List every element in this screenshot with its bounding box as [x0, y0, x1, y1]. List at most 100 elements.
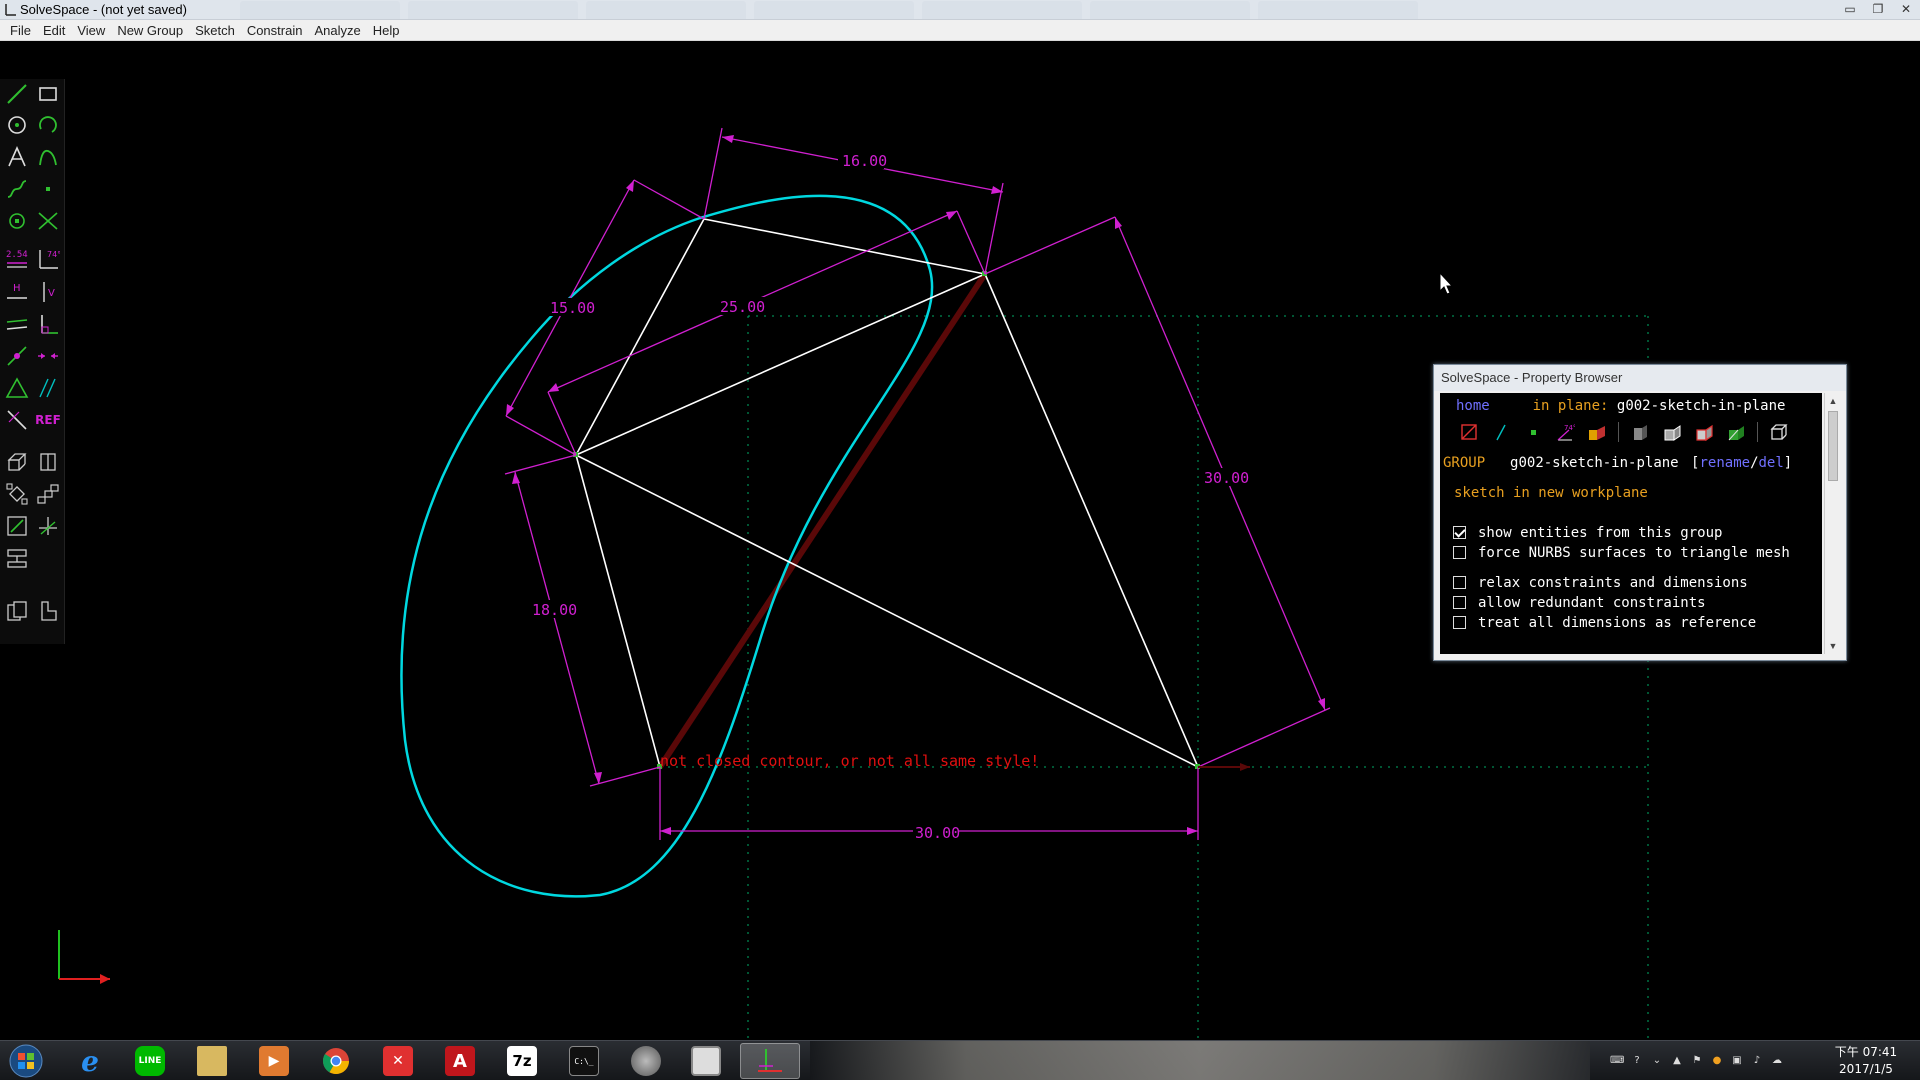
- property-browser-scrollbar[interactable]: ▲ ▼: [1824, 393, 1840, 654]
- menu-file[interactable]: File: [4, 23, 37, 38]
- show-faces-icon[interactable]: [1586, 421, 1608, 443]
- show-shaded-icon[interactable]: [1629, 421, 1651, 443]
- step-translate-icon[interactable]: [35, 481, 61, 507]
- point-on-line-icon[interactable]: [4, 343, 30, 369]
- link-file-icon[interactable]: [4, 545, 30, 571]
- line-segment[interactable]: [575, 454, 1199, 768]
- help-icon[interactable]: ?: [1630, 1054, 1644, 1068]
- background-tab[interactable]: [408, 1, 578, 19]
- sketch-in-3d-icon[interactable]: [35, 513, 61, 539]
- menu-view[interactable]: View: [71, 23, 111, 38]
- parallel-constraint-icon[interactable]: [4, 311, 30, 337]
- line-icon[interactable]: [4, 81, 30, 107]
- reference-toggle-icon[interactable]: REF: [35, 407, 61, 433]
- show-normals-icon[interactable]: [1490, 421, 1512, 443]
- option-relax-constraints[interactable]: relax constraints and dimensions: [1453, 575, 1748, 591]
- distance-dimension-icon[interactable]: 2.54: [4, 246, 30, 272]
- tangent-arc-icon[interactable]: [35, 144, 61, 170]
- circle-icon[interactable]: [4, 112, 30, 138]
- chevron-down-icon[interactable]: ⌄: [1650, 1054, 1664, 1068]
- nearest-iso-icon[interactable]: [4, 598, 30, 624]
- step-rotate-icon[interactable]: [4, 481, 30, 507]
- shield-icon[interactable]: ●: [1710, 1054, 1724, 1068]
- rename-link[interactable]: rename: [1699, 455, 1750, 471]
- show-hidden-icons-icon[interactable]: ▲: [1670, 1054, 1684, 1068]
- show-outlines-icon[interactable]: [1693, 421, 1715, 443]
- angle-dimension-icon[interactable]: 74°: [35, 246, 61, 272]
- vertical-constraint-icon[interactable]: V: [35, 279, 61, 305]
- line-segment[interactable]: [575, 218, 705, 456]
- dimension-label[interactable]: 30.00: [915, 824, 960, 842]
- same-orientation-icon[interactable]: [35, 375, 61, 401]
- taskbar-line[interactable]: LINE: [122, 1043, 178, 1079]
- option-show-entities[interactable]: show entities from this group: [1453, 525, 1722, 541]
- taskbar-globe-app[interactable]: [618, 1043, 674, 1079]
- background-tab[interactable]: [1090, 1, 1250, 19]
- text-icon[interactable]: [4, 144, 30, 170]
- lathe-icon[interactable]: [35, 449, 61, 475]
- show-points-icon[interactable]: [1522, 421, 1544, 443]
- taskbar-adobe-reader[interactable]: A: [432, 1043, 488, 1079]
- taskbar-media-player[interactable]: ▶: [246, 1043, 302, 1079]
- taskbar-file-explorer[interactable]: [184, 1043, 240, 1079]
- taskbar-solvespace[interactable]: [740, 1043, 800, 1079]
- home-link[interactable]: home: [1456, 398, 1490, 414]
- taskbar-command-prompt[interactable]: C:\_: [556, 1043, 612, 1079]
- close-button[interactable]: ✕: [1892, 0, 1920, 18]
- background-tab[interactable]: [240, 1, 400, 19]
- datum-point-icon[interactable]: [35, 176, 61, 202]
- line-segment[interactable]: [703, 218, 986, 275]
- background-tab[interactable]: [922, 1, 1082, 19]
- show-mesh-icon[interactable]: [1725, 421, 1747, 443]
- scrollbar-thumb[interactable]: [1828, 411, 1838, 481]
- checkbox-unchecked[interactable]: [1453, 616, 1466, 629]
- line-segment[interactable]: [575, 454, 661, 768]
- cubic-spline-icon[interactable]: [4, 176, 30, 202]
- option-allow-redundant[interactable]: allow redundant constraints: [1453, 595, 1706, 611]
- checkbox-unchecked[interactable]: [1453, 576, 1466, 589]
- sketch-in-workplane-icon[interactable]: [4, 513, 30, 539]
- dimension-label[interactable]: 30.00: [1204, 469, 1249, 487]
- taskbar-internet-explorer[interactable]: e: [62, 1043, 118, 1079]
- rectangle-icon[interactable]: [35, 81, 61, 107]
- construction-line[interactable]: [657, 272, 988, 769]
- extrude-icon[interactable]: [4, 449, 30, 475]
- show-constraints-icon[interactable]: 74°: [1554, 421, 1576, 443]
- start-button[interactable]: [4, 1043, 48, 1079]
- menu-new-group[interactable]: New Group: [111, 23, 189, 38]
- checkbox-checked[interactable]: [1453, 526, 1466, 539]
- restore-button[interactable]: ❐: [1864, 0, 1892, 18]
- dimension-label[interactable]: 16.00: [842, 152, 887, 170]
- taskbar-7zip[interactable]: 7z: [494, 1043, 550, 1079]
- taskbar-clock[interactable]: 下午 07:41 2017/1/5: [1830, 1044, 1902, 1078]
- taskbar-chrome[interactable]: [308, 1043, 364, 1079]
- taskbar-xmind[interactable]: ✕: [370, 1043, 426, 1079]
- cubic-spline[interactable]: [400, 194, 934, 898]
- scroll-up-arrow-icon[interactable]: ▲: [1825, 393, 1841, 409]
- checkbox-unchecked[interactable]: [1453, 546, 1466, 559]
- perpendicular-constraint-icon[interactable]: [35, 311, 61, 337]
- symmetric-constraint-icon[interactable]: [35, 343, 61, 369]
- workplane-icon[interactable]: [4, 208, 30, 234]
- dimension-label[interactable]: 15.00: [550, 299, 595, 317]
- equal-constraint-icon[interactable]: [4, 375, 30, 401]
- volume-icon[interactable]: ♪: [1750, 1054, 1764, 1068]
- delete-link[interactable]: del: [1759, 455, 1784, 471]
- nearest-ortho-icon[interactable]: [35, 598, 61, 624]
- option-force-nurbs[interactable]: force NURBS surfaces to triangle mesh: [1453, 545, 1790, 561]
- taskbar-monitor-app[interactable]: [678, 1043, 734, 1079]
- dimension-label[interactable]: 18.00: [532, 601, 577, 619]
- cloud-icon[interactable]: ☁: [1770, 1054, 1784, 1068]
- checkbox-unchecked[interactable]: [1453, 596, 1466, 609]
- background-tab[interactable]: [586, 1, 746, 19]
- menu-analyze[interactable]: Analyze: [308, 23, 366, 38]
- show-workplanes-icon[interactable]: [1458, 421, 1480, 443]
- flag-icon[interactable]: ⚑: [1690, 1054, 1704, 1068]
- menu-constrain[interactable]: Constrain: [241, 23, 309, 38]
- background-tab[interactable]: [754, 1, 914, 19]
- menu-sketch[interactable]: Sketch: [189, 23, 241, 38]
- horizontal-constraint-icon[interactable]: H: [4, 279, 30, 305]
- construction-toggle-icon[interactable]: [4, 407, 30, 433]
- keyboard-icon[interactable]: ⌨: [1610, 1054, 1624, 1068]
- background-tab[interactable]: [1258, 1, 1418, 19]
